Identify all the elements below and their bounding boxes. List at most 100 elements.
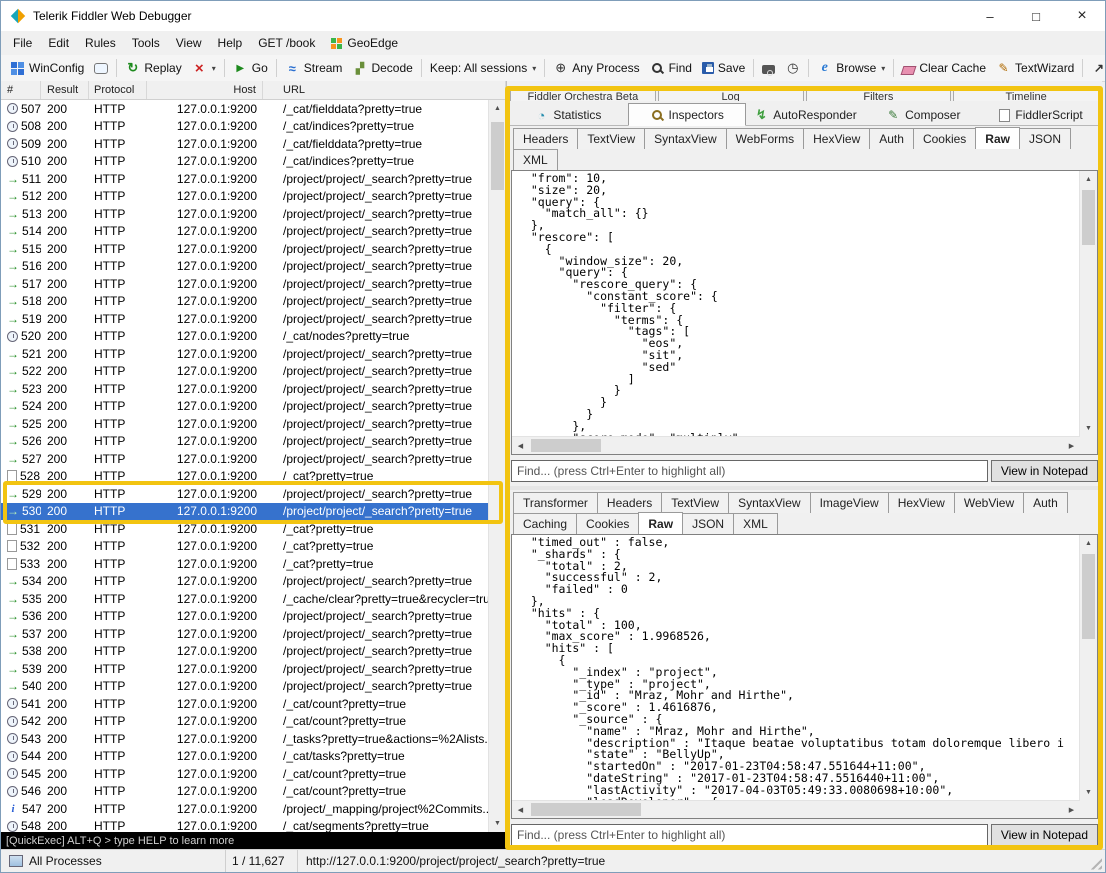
tab-composer[interactable]: Composer (865, 105, 981, 125)
tab-cookies[interactable]: Cookies (913, 128, 976, 149)
session-row-541[interactable]: 541200HTTP127.0.0.1:9200/_cat/count?pret… (1, 695, 506, 713)
session-row-539[interactable]: 539200HTTP127.0.0.1:9200/project/project… (1, 660, 506, 678)
process-filter[interactable]: All Processes (1, 850, 226, 872)
resize-grip[interactable] (1087, 855, 1102, 870)
session-row-529[interactable]: 529200HTTP127.0.0.1:9200/project/project… (1, 485, 506, 503)
toolbar-button-winconfig[interactable]: WinConfig (5, 59, 89, 78)
scroll-left-icon[interactable]: ◀ (512, 437, 529, 454)
toolbar-button-timer-icon[interactable] (780, 59, 805, 78)
session-row-540[interactable]: 540200HTTP127.0.0.1:9200/project/project… (1, 678, 506, 696)
scroll-down-icon[interactable]: ▼ (1080, 420, 1097, 437)
scroll-left-icon[interactable]: ◀ (512, 801, 529, 818)
session-row-544[interactable]: 544200HTTP127.0.0.1:9200/_cat/tasks?pret… (1, 748, 506, 766)
request-find-input[interactable] (511, 460, 988, 482)
toolbar-button-camera-icon[interactable] (757, 60, 780, 76)
session-list-scrollbar[interactable]: ▲ ▼ (488, 100, 506, 832)
tab-json[interactable]: JSON (682, 513, 734, 534)
request-view-in-notepad-button[interactable]: View in Notepad (991, 460, 1098, 482)
tab-autoresponder[interactable]: AutoResponder (748, 105, 864, 125)
toolbar-button-any-process[interactable]: Any Process (548, 59, 644, 78)
tab-textview[interactable]: TextView (577, 128, 645, 149)
scroll-down-icon[interactable]: ▼ (489, 815, 506, 832)
toolbar-button-stream[interactable]: Stream (280, 59, 348, 78)
session-row-521[interactable]: 521200HTTP127.0.0.1:9200/project/project… (1, 345, 506, 363)
toolbar-button-tearoff[interactable]: Tearoff (1086, 59, 1106, 78)
tab-xml[interactable]: XML (513, 149, 558, 170)
menu-item-tools[interactable]: Tools (124, 33, 168, 53)
scroll-down-icon[interactable]: ▼ (1080, 784, 1097, 801)
close-button[interactable]: × (1059, 1, 1105, 31)
tab-inspectors[interactable]: Inspectors (628, 103, 746, 126)
session-row-518[interactable]: 518200HTTP127.0.0.1:9200/project/project… (1, 293, 506, 311)
request-horizontal-scrollbar[interactable]: ◀ ▶ (512, 436, 1080, 454)
session-row-507[interactable]: 507200HTTP127.0.0.1:9200/_cat/fielddata?… (1, 100, 506, 118)
scrollbar-thumb[interactable] (531, 439, 601, 452)
session-row-520[interactable]: 520200HTTP127.0.0.1:9200/_cat/nodes?pret… (1, 328, 506, 346)
tab-syntaxview[interactable]: SyntaxView (644, 128, 726, 149)
tab-syntaxview[interactable]: SyntaxView (728, 492, 810, 513)
toolbar-button-go[interactable]: Go (228, 59, 273, 78)
session-row-522[interactable]: 522200HTTP127.0.0.1:9200/project/project… (1, 363, 506, 381)
toolbar-button-find[interactable]: Find (645, 59, 697, 78)
session-row-516[interactable]: 516200HTTP127.0.0.1:9200/project/project… (1, 258, 506, 276)
session-row-545[interactable]: 545200HTTP127.0.0.1:9200/_cat/count?pret… (1, 765, 506, 783)
toolbar-button-textwizard[interactable]: TextWizard (991, 59, 1079, 78)
tab-xml[interactable]: XML (733, 513, 778, 534)
scrollbar-thumb[interactable] (491, 122, 504, 190)
column-header-result[interactable]: Result (41, 81, 89, 99)
menu-item-file[interactable]: File (5, 33, 40, 53)
column-header-number[interactable]: # (1, 81, 41, 99)
session-row-511[interactable]: 511200HTTP127.0.0.1:9200/project/project… (1, 170, 506, 188)
session-row-510[interactable]: 510200HTTP127.0.0.1:9200/_cat/indices?pr… (1, 153, 506, 171)
session-row-519[interactable]: 519200HTTP127.0.0.1:9200/project/project… (1, 310, 506, 328)
scrollbar-thumb[interactable] (1082, 190, 1095, 245)
session-row-524[interactable]: 524200HTTP127.0.0.1:9200/project/project… (1, 398, 506, 416)
tab-statistics[interactable]: Statistics (510, 105, 626, 125)
menu-item-edit[interactable]: Edit (40, 33, 77, 53)
session-row-538[interactable]: 538200HTTP127.0.0.1:9200/project/project… (1, 643, 506, 661)
menu-item-view[interactable]: View (168, 33, 210, 53)
scroll-right-icon[interactable]: ▶ (1063, 801, 1080, 818)
session-row-546[interactable]: 546200HTTP127.0.0.1:9200/_cat/count?pret… (1, 783, 506, 801)
scroll-right-icon[interactable]: ▶ (1063, 437, 1080, 454)
session-row-531[interactable]: 531200HTTP127.0.0.1:9200/_cat?pretty=tru… (1, 520, 506, 538)
tab-fiddlerscript[interactable]: FiddlerScript (983, 105, 1099, 125)
tab-auth[interactable]: Auth (1023, 492, 1068, 513)
session-row-509[interactable]: 509200HTTP127.0.0.1:9200/_cat/fielddata?… (1, 135, 506, 153)
tab-imageview[interactable]: ImageView (810, 492, 889, 513)
session-row-517[interactable]: 517200HTTP127.0.0.1:9200/project/project… (1, 275, 506, 293)
session-row-508[interactable]: 508200HTTP127.0.0.1:9200/_cat/indices?pr… (1, 118, 506, 136)
tab-raw[interactable]: Raw (638, 512, 683, 534)
session-row-532[interactable]: 532200HTTP127.0.0.1:9200/_cat?pretty=tru… (1, 538, 506, 556)
tab-timeline[interactable]: Timeline (953, 87, 1099, 101)
tab-headers[interactable]: Headers (597, 492, 662, 513)
tab-auth[interactable]: Auth (869, 128, 914, 149)
toolbar-button-browse[interactable]: Browse▾ (812, 59, 890, 78)
session-row-542[interactable]: 542200HTTP127.0.0.1:9200/_cat/count?pret… (1, 713, 506, 731)
session-row-515[interactable]: 515200HTTP127.0.0.1:9200/project/project… (1, 240, 506, 258)
session-row-537[interactable]: 537200HTTP127.0.0.1:9200/project/project… (1, 625, 506, 643)
tab-transformer[interactable]: Transformer (513, 492, 598, 513)
tab-caching[interactable]: Caching (513, 513, 577, 534)
tab-json[interactable]: JSON (1019, 128, 1071, 149)
session-row-526[interactable]: 526200HTTP127.0.0.1:9200/project/project… (1, 433, 506, 451)
session-row-548[interactable]: 548200HTTP127.0.0.1:9200/_cat/segments?p… (1, 818, 506, 833)
tab-log[interactable]: Log (658, 87, 804, 101)
tab-textview[interactable]: TextView (661, 492, 729, 513)
response-vertical-scrollbar[interactable]: ▲ ▼ (1079, 535, 1097, 801)
session-row-523[interactable]: 523200HTTP127.0.0.1:9200/project/project… (1, 380, 506, 398)
session-row-535[interactable]: 535200HTTP127.0.0.1:9200/_cache/clear?pr… (1, 590, 506, 608)
session-row-525[interactable]: 525200HTTP127.0.0.1:9200/project/project… (1, 415, 506, 433)
minimize-button[interactable]: – (967, 1, 1013, 31)
session-row-530[interactable]: 530200HTTP127.0.0.1:9200/project/project… (1, 503, 506, 521)
response-body-text[interactable]: "timed_out" : false, "_shards" : { "tota… (512, 535, 1080, 801)
session-row-528[interactable]: 528200HTTP127.0.0.1:9200/_cat?pretty=tru… (1, 468, 506, 486)
tab-cookies[interactable]: Cookies (576, 513, 639, 534)
tab-headers[interactable]: Headers (513, 128, 578, 149)
session-row-513[interactable]: 513200HTTP127.0.0.1:9200/project/project… (1, 205, 506, 223)
toolbar-button-decode[interactable]: Decode (347, 59, 417, 78)
scroll-up-icon[interactable]: ▲ (489, 100, 506, 117)
scrollbar-thumb[interactable] (531, 803, 641, 816)
menu-item-help[interactable]: Help (210, 33, 251, 53)
response-horizontal-scrollbar[interactable]: ◀ ▶ (512, 800, 1080, 818)
